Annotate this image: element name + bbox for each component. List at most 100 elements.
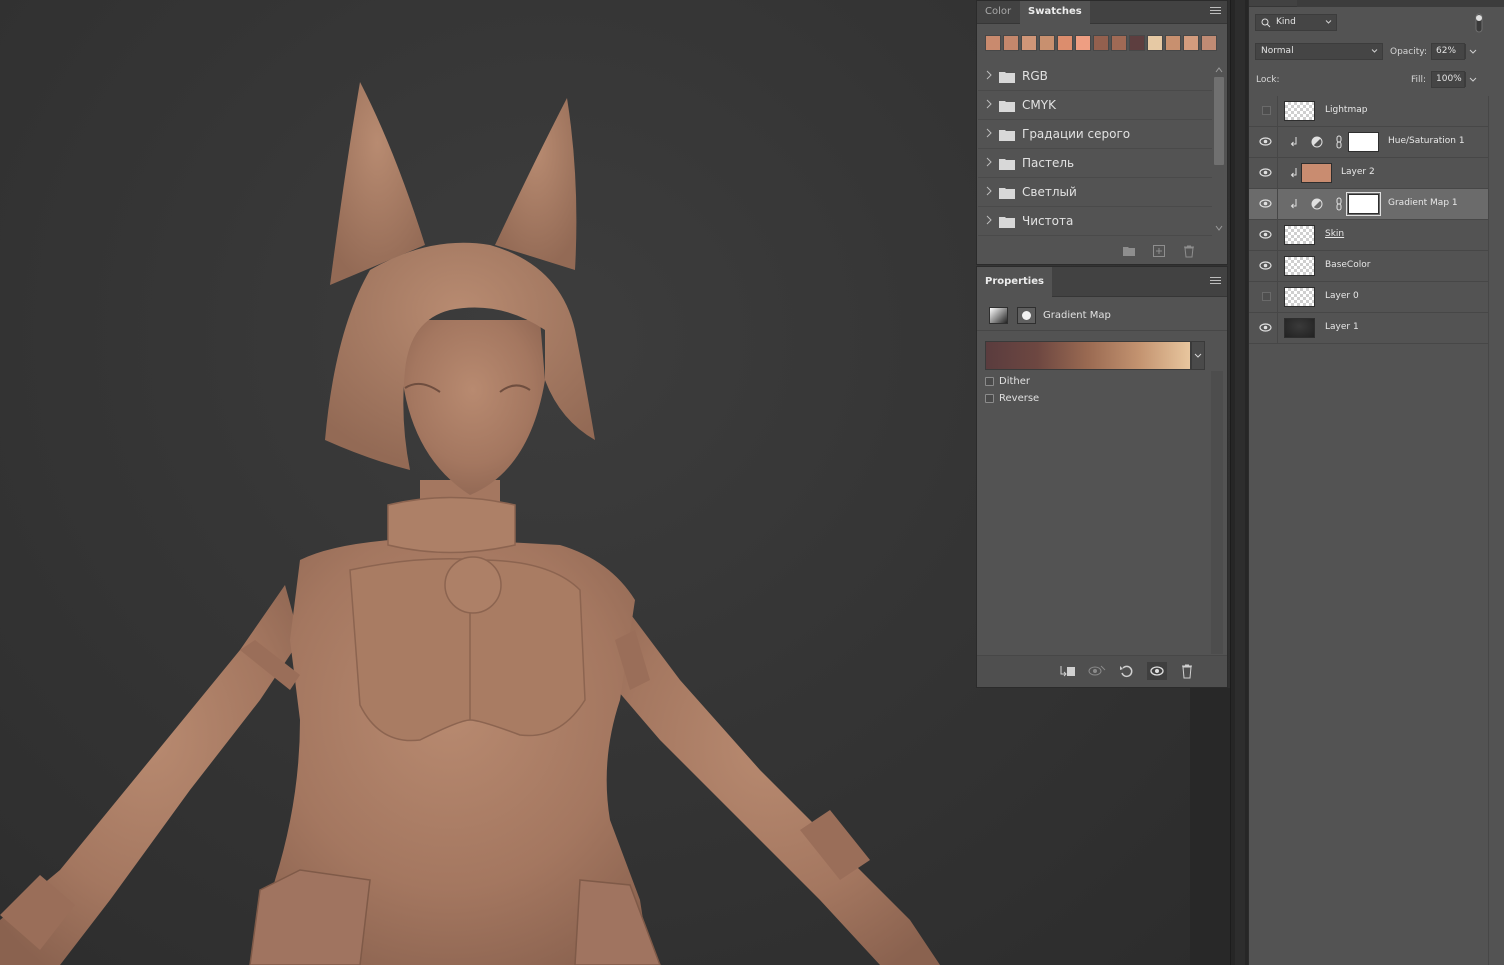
color-swatch[interactable] <box>1201 35 1217 51</box>
gradient-picker-button[interactable] <box>1191 341 1205 370</box>
color-swatch[interactable] <box>1057 35 1073 51</box>
color-swatch[interactable] <box>1039 35 1055 51</box>
layer-name[interactable]: Layer 1 <box>1325 322 1359 332</box>
adjustment-layer-icon[interactable] <box>1311 198 1323 210</box>
color-swatch[interactable] <box>985 35 1001 51</box>
tab-properties[interactable]: Properties <box>977 267 1052 298</box>
panel-menu-icon[interactable] <box>1210 277 1221 287</box>
layer-thumbnail[interactable] <box>1284 101 1315 121</box>
layer-thumbnail[interactable] <box>1284 225 1315 245</box>
reverse-checkbox[interactable] <box>985 393 994 403</box>
layer-name[interactable]: BaseColor <box>1325 260 1370 270</box>
layer-mask-thumbnail[interactable] <box>1348 132 1379 152</box>
panel-menu-icon[interactable] <box>1210 7 1221 17</box>
swatch-group-cmyk[interactable]: CMYK <box>978 91 1212 120</box>
tab-color[interactable]: Color <box>977 1 1019 24</box>
fill-dropdown[interactable] <box>1465 72 1479 87</box>
visibility-toggle[interactable] <box>1252 313 1278 343</box>
layer-name[interactable]: Layer 0 <box>1325 291 1359 301</box>
chevron-right-icon[interactable] <box>986 215 992 225</box>
delete-adjustment-trash-icon[interactable] <box>1177 662 1197 680</box>
layer-row-layer-1[interactable]: Layer 1 <box>1249 313 1488 344</box>
layer-name[interactable]: Lightmap <box>1325 105 1367 115</box>
color-swatch[interactable] <box>1021 35 1037 51</box>
scroll-up-icon[interactable] <box>1215 67 1223 73</box>
color-swatch[interactable] <box>1129 35 1145 51</box>
new-group-folder-icon[interactable] <box>1121 243 1137 259</box>
swatch-group-pure[interactable]: Чистота <box>978 207 1212 236</box>
visibility-toggle[interactable] <box>1252 96 1278 126</box>
hidden-visibility-box[interactable] <box>1262 106 1271 115</box>
color-swatch[interactable] <box>1165 35 1181 51</box>
reverse-option[interactable]: Reverse <box>985 391 1039 405</box>
blend-mode-select[interactable]: Normal <box>1255 43 1383 60</box>
swatch-group-grayscale[interactable]: Градации серого <box>978 120 1212 149</box>
color-swatch[interactable] <box>1111 35 1127 51</box>
layer-thumbnail[interactable] <box>1284 256 1315 276</box>
chevron-right-icon[interactable] <box>986 186 992 196</box>
swatches-scrollbar[interactable] <box>1214 65 1224 235</box>
chevron-right-icon[interactable] <box>986 128 992 138</box>
eye-icon[interactable] <box>1259 137 1272 146</box>
dither-option[interactable]: Dither <box>985 374 1030 388</box>
visibility-toggle[interactable] <box>1252 251 1278 281</box>
layers-scrollbar[interactable] <box>1488 96 1504 965</box>
tab-swatches[interactable]: Swatches <box>1020 1 1090 25</box>
visibility-toggle[interactable] <box>1252 127 1278 157</box>
layer-name[interactable]: Hue/Saturation 1 <box>1388 136 1465 146</box>
reset-icon[interactable] <box>1117 662 1137 680</box>
visibility-toggle[interactable] <box>1252 220 1278 250</box>
scroll-thumb[interactable] <box>1214 77 1224 165</box>
layer-name[interactable]: Gradient Map 1 <box>1388 198 1458 208</box>
hidden-visibility-box[interactable] <box>1262 292 1271 301</box>
chevron-right-icon[interactable] <box>986 99 992 109</box>
gradient-map-icon[interactable] <box>989 307 1008 324</box>
layer-row-basecolor[interactable]: BaseColor <box>1249 251 1488 282</box>
chevron-right-icon[interactable] <box>986 157 992 167</box>
color-swatch[interactable] <box>1003 35 1019 51</box>
opacity-input[interactable]: 62% <box>1431 43 1477 60</box>
layer-mask-thumbnail[interactable] <box>1346 192 1381 216</box>
layer-thumbnail[interactable] <box>1301 163 1332 183</box>
visibility-toggle[interactable] <box>1252 189 1278 219</box>
chain-link-icon[interactable] <box>1336 197 1342 211</box>
layer-mask-icon[interactable] <box>1017 307 1036 324</box>
layer-row-hue-saturation[interactable]: Hue/Saturation 1 <box>1249 127 1488 158</box>
color-swatch[interactable] <box>1093 35 1109 51</box>
layer-thumbnail[interactable] <box>1284 287 1315 307</box>
layers-tab-stub[interactable] <box>1297 0 1504 7</box>
layer-thumbnail[interactable] <box>1284 318 1315 338</box>
visibility-toggle[interactable] <box>1252 158 1278 188</box>
layer-row-layer-0[interactable]: Layer 0 <box>1249 282 1488 313</box>
swatch-group-rgb[interactable]: RGB <box>978 62 1212 91</box>
chevron-right-icon[interactable] <box>986 70 992 80</box>
properties-scrollbar[interactable] <box>1211 371 1223 654</box>
view-previous-state-icon[interactable] <box>1087 662 1107 680</box>
color-swatch[interactable] <box>1147 35 1163 51</box>
layer-row-layer-2[interactable]: Layer 2 <box>1249 158 1488 189</box>
color-swatch[interactable] <box>1183 35 1199 51</box>
layer-name[interactable]: Layer 2 <box>1341 167 1375 177</box>
trash-icon[interactable] <box>1181 243 1197 259</box>
eye-icon[interactable] <box>1259 199 1272 208</box>
swatch-group-pastel[interactable]: Пастель <box>978 149 1212 178</box>
swatch-group-light[interactable]: Светлый <box>978 178 1212 207</box>
fill-input[interactable]: 100% <box>1431 71 1477 88</box>
scroll-down-icon[interactable] <box>1215 225 1223 231</box>
eye-icon[interactable] <box>1259 323 1272 332</box>
opacity-dropdown[interactable] <box>1465 44 1479 59</box>
dither-checkbox[interactable] <box>985 376 994 386</box>
layer-row-skin[interactable]: Skin <box>1249 220 1488 251</box>
layer-row-lightmap[interactable]: Lightmap <box>1249 96 1488 127</box>
new-swatch-icon[interactable] <box>1151 243 1167 259</box>
filter-toggle-switch[interactable] <box>1475 13 1483 33</box>
filter-kind-select[interactable]: Kind <box>1255 14 1337 31</box>
adjustment-layer-icon[interactable] <box>1311 136 1323 148</box>
eye-icon[interactable] <box>1259 168 1272 177</box>
layer-name[interactable]: Skin <box>1325 229 1344 239</box>
gradient-preview[interactable] <box>985 341 1191 370</box>
toggle-visibility-eye-icon[interactable] <box>1147 662 1167 680</box>
color-swatch[interactable] <box>1075 35 1091 51</box>
eye-icon[interactable] <box>1259 261 1272 270</box>
visibility-toggle[interactable] <box>1252 282 1278 312</box>
